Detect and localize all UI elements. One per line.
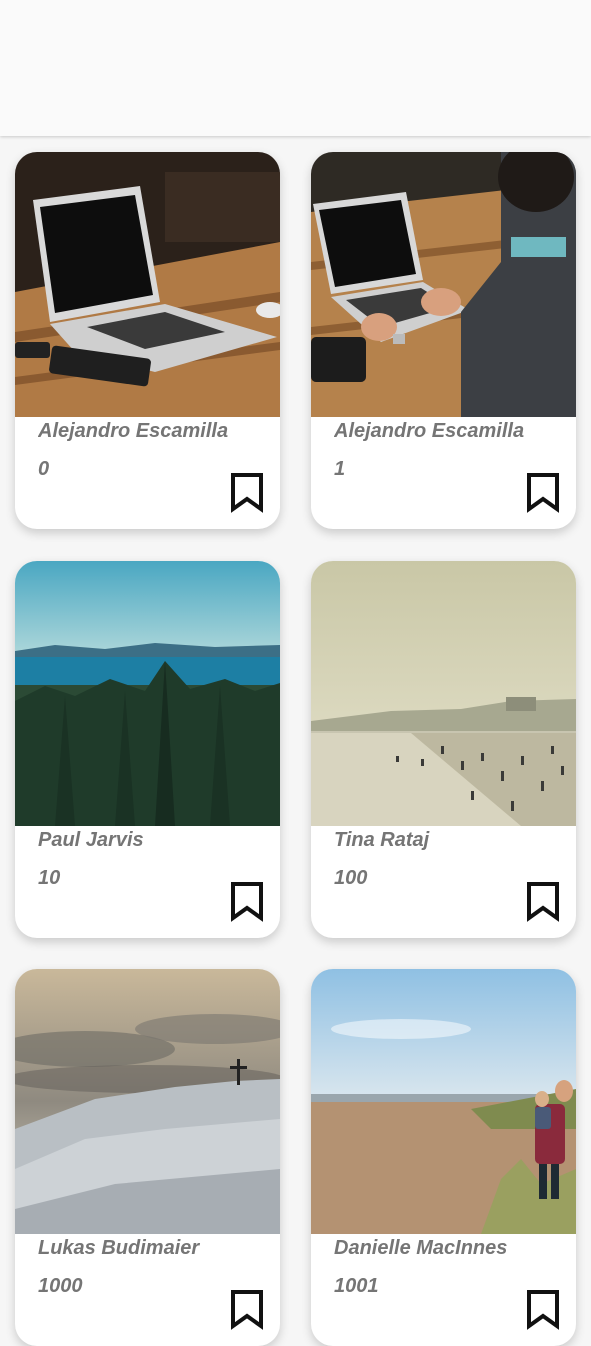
bookmark-outline-icon[interactable] [229,471,265,513]
photo-author: Paul Jarvis [38,829,144,851]
photo-card[interactable]: Lukas Budimaier 1000 [15,969,280,1346]
app-bar [0,0,591,136]
photo-card[interactable]: Tina Rataj 100 [311,561,576,938]
bookmark-outline-icon[interactable] [525,1288,561,1330]
bookmark-outline-icon[interactable] [229,880,265,922]
bookmark-outline-icon[interactable] [525,880,561,922]
photo-id: 100 [334,867,368,889]
bookmark-outline-icon[interactable] [229,1288,265,1330]
bookmark-outline-icon[interactable] [525,471,561,513]
photo-id: 1 [334,458,346,480]
photo-father-child-beach [311,969,576,1234]
photo-card[interactable]: Danielle MacInnes 1001 [311,969,576,1346]
photo-card[interactable]: Alejandro Escamilla 1 [311,152,576,529]
photo-forest-by-sea [15,561,280,826]
photo-author: Tina Rataj [334,829,430,851]
photo-card[interactable]: Alejandro Escamilla 0 [15,152,280,529]
photo-author: Danielle MacInnes [334,1237,508,1259]
photo-author: Alejandro Escamilla [334,420,525,442]
photo-snowy-hill-cross [15,969,280,1234]
photo-laptop-on-table [15,152,280,417]
photo-id: 1001 [334,1275,379,1297]
photo-id: 0 [38,458,50,480]
photo-author: Alejandro Escamilla [38,420,229,442]
photo-card[interactable]: Paul Jarvis 10 [15,561,280,938]
photo-crowded-beach [311,561,576,826]
photo-person-typing-laptop [311,152,576,417]
photo-id: 1000 [38,1275,83,1297]
photo-id: 10 [38,867,61,889]
photo-author: Lukas Budimaier [38,1237,200,1259]
